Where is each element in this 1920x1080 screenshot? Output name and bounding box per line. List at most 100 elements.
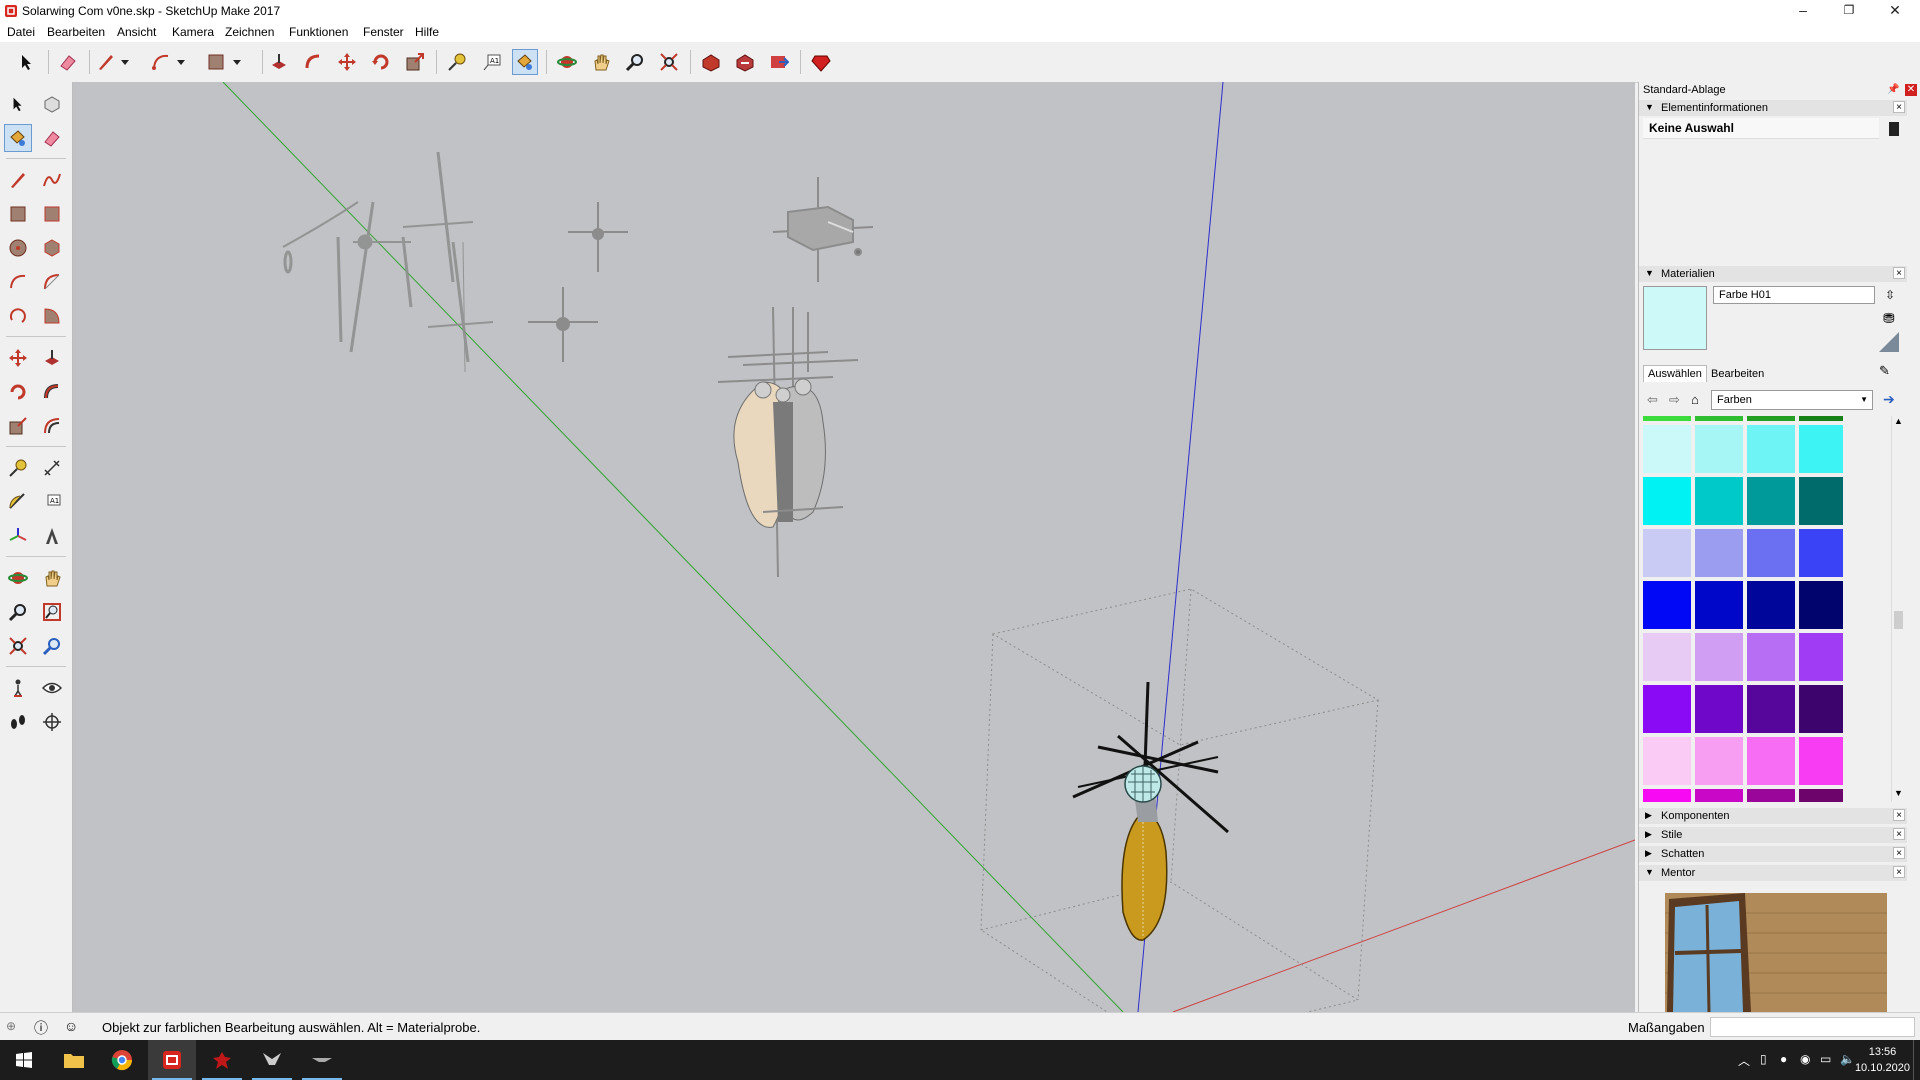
material-swatch[interactable] — [1799, 737, 1843, 785]
close-panel-icon[interactable]: × — [1893, 809, 1905, 821]
material-swatch[interactable] — [1643, 529, 1691, 577]
protractor-tool[interactable] — [4, 488, 32, 516]
select-tool[interactable] — [4, 90, 32, 118]
sample-paint-icon[interactable] — [1879, 332, 1899, 352]
zoom-tool-button[interactable] — [622, 49, 648, 75]
taskbar-sketchup[interactable] — [148, 1040, 196, 1080]
close-panel-icon[interactable]: × — [1893, 828, 1905, 840]
taskbar-app-plane[interactable] — [298, 1040, 346, 1080]
material-swatch[interactable] — [1643, 789, 1691, 802]
details-arrow-icon[interactable]: ➔ — [1883, 391, 1895, 408]
material-swatch[interactable] — [1695, 425, 1743, 473]
restore-button[interactable]: ❐ — [1826, 0, 1872, 22]
ruby-console-button[interactable] — [808, 49, 834, 75]
scene-canvas[interactable] — [73, 82, 1635, 1012]
taskbar-app-bird[interactable] — [248, 1040, 296, 1080]
eyedropper-icon[interactable]: ✎ — [1879, 363, 1890, 379]
menu-hilfe[interactable]: Hilfe — [415, 25, 439, 39]
push-pull-tool[interactable] — [38, 344, 66, 372]
active-solarwing-model[interactable] — [1072, 681, 1229, 941]
paint-bucket-tool-button[interactable] — [512, 49, 538, 75]
pin-icon[interactable]: 📌 — [1887, 84, 1899, 95]
material-swatch[interactable] — [1695, 416, 1743, 421]
scale-tool-button[interactable] — [402, 49, 428, 75]
scale-tool[interactable] — [4, 412, 32, 440]
previous-view-tool[interactable] — [38, 632, 66, 660]
close-panel-icon[interactable]: × — [1893, 866, 1905, 878]
material-swatch[interactable] — [1695, 477, 1743, 525]
material-swatch[interactable] — [1799, 529, 1843, 577]
geo-location-icon[interactable]: ⊕ — [6, 1019, 16, 1033]
cloud-icon[interactable]: ● — [1780, 1052, 1787, 1066]
circle-tool[interactable] — [4, 234, 32, 262]
make-component-tool[interactable] — [38, 90, 66, 118]
freehand-tool[interactable] — [38, 166, 66, 194]
tab-auswaehlen[interactable]: Auswählen — [1643, 365, 1707, 382]
tab-bearbeiten[interactable]: Bearbeiten — [1707, 366, 1768, 382]
measurements-input[interactable] — [1710, 1017, 1915, 1037]
material-swatch[interactable] — [1747, 477, 1795, 525]
materials-header[interactable]: ▼ Materialien × — [1639, 266, 1907, 282]
shape-dropdown-button[interactable] — [230, 49, 244, 75]
menu-bearbeiten[interactable]: Bearbeiten — [47, 25, 105, 39]
material-swatch[interactable] — [1747, 416, 1795, 421]
menu-ansicht[interactable]: Ansicht — [117, 25, 156, 39]
rotate-tool[interactable] — [4, 378, 32, 406]
zoom-extents-tool[interactable] — [4, 632, 32, 660]
taskbar-file-explorer[interactable] — [50, 1040, 98, 1080]
home-icon[interactable]: ⌂ — [1691, 392, 1699, 407]
zoom-window-tool[interactable] — [38, 598, 66, 626]
eraser-tool[interactable] — [38, 124, 66, 152]
close-panel-icon[interactable]: × — [1893, 267, 1905, 279]
orbit-tool-button[interactable] — [554, 49, 580, 75]
follow-me-tool[interactable] — [38, 378, 66, 406]
3d-warehouse-button[interactable] — [698, 49, 724, 75]
faded-wing-tall[interactable] — [402, 151, 494, 373]
menu-zeichnen[interactable]: Zeichnen — [225, 25, 274, 39]
axes-tool[interactable] — [4, 522, 32, 550]
menu-funktionen[interactable]: Funktionen — [289, 25, 348, 39]
material-swatch[interactable] — [1799, 789, 1843, 802]
arc-tool-button[interactable] — [148, 49, 174, 75]
toggle-details-icon[interactable] — [1889, 122, 1899, 136]
material-swatch[interactable] — [1643, 737, 1691, 785]
volume-icon[interactable]: 🔈 — [1840, 1052, 1855, 1066]
material-swatch[interactable] — [1643, 685, 1691, 733]
text-tool[interactable]: A1 — [38, 488, 66, 516]
system-clock[interactable]: 13:56 10.10.2020 — [1855, 1044, 1910, 1076]
show-hidden-icons[interactable]: ︿ — [1738, 1052, 1750, 1069]
show-desktop-button[interactable] — [1913, 1040, 1920, 1080]
material-swatch[interactable] — [1643, 581, 1691, 629]
info-icon[interactable]: ⓘ — [34, 1018, 48, 1038]
modeling-viewport[interactable] — [73, 82, 1635, 1012]
zoom-extents-button[interactable] — [656, 49, 682, 75]
pan-tool[interactable] — [38, 564, 66, 592]
arc-tool[interactable] — [4, 268, 32, 296]
material-swatch[interactable] — [1695, 529, 1743, 577]
material-swatch[interactable] — [1747, 581, 1795, 629]
arc-dropdown-button[interactable] — [174, 49, 188, 75]
material-swatch[interactable] — [1695, 789, 1743, 802]
rectangle-tool-button[interactable] — [203, 49, 229, 75]
material-swatch[interactable] — [1747, 529, 1795, 577]
pie-tool[interactable] — [38, 302, 66, 330]
middle-solarwing-model[interactable] — [717, 306, 859, 578]
look-around-tool[interactable] — [38, 674, 66, 702]
offset-tool[interactable] — [38, 412, 66, 440]
element-info-header[interactable]: ▼ Elementinformationen × — [1639, 100, 1907, 116]
swatch-scrollbar[interactable]: ▲ ▼ — [1891, 416, 1906, 802]
tape-measure-tool-button[interactable] — [444, 49, 470, 75]
mentor-header[interactable]: ▼ Mentor × — [1639, 865, 1907, 881]
close-window-button[interactable]: ✕ — [1872, 0, 1918, 22]
material-swatch[interactable] — [1799, 685, 1843, 733]
material-swatch[interactable] — [1747, 789, 1795, 802]
material-swatch[interactable] — [1747, 425, 1795, 473]
material-swatch[interactable] — [1643, 633, 1691, 681]
material-swatch[interactable] — [1747, 685, 1795, 733]
share-model-button[interactable] — [732, 49, 758, 75]
collection-select[interactable]: Farben ▼ — [1711, 390, 1873, 410]
mentor-scrollbar[interactable] — [1891, 893, 1905, 1012]
styles-header[interactable]: ▶ Stile × — [1639, 827, 1907, 843]
close-panel-icon[interactable]: × — [1893, 847, 1905, 859]
taskbar-chrome[interactable] — [98, 1040, 146, 1080]
